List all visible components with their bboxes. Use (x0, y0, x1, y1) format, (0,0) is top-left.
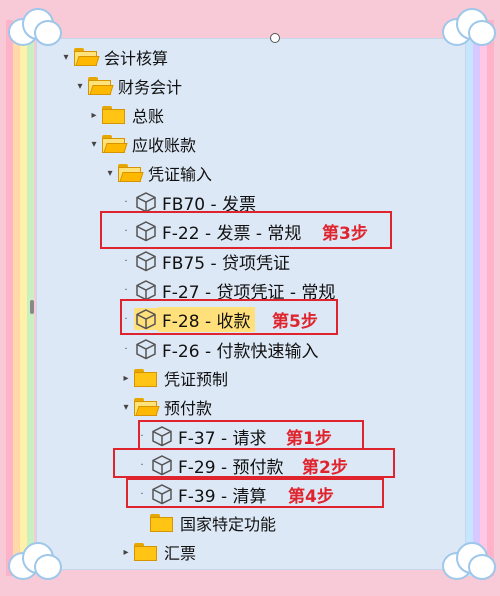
expand-arrow-icon[interactable]: ▸ (86, 110, 102, 121)
step4-box (126, 478, 384, 508)
step2-label: 第2步 (302, 458, 348, 478)
expand-arrow-icon[interactable]: ▾ (102, 168, 118, 179)
cloud-decoration-bottom-right (438, 540, 496, 582)
cloud-decoration-top-right (438, 6, 496, 48)
side-handle[interactable] (30, 300, 34, 314)
tree-node-general-ledger[interactable]: ▸ 总账 (86, 102, 164, 128)
folder-icon (134, 369, 158, 387)
step4-label: 第4步 (288, 487, 334, 507)
expand-arrow-icon[interactable]: ▾ (118, 402, 134, 413)
tree-node-label: 财务会计 (118, 78, 183, 97)
expand-arrow-icon[interactable]: ▾ (72, 81, 88, 92)
tree-node-f26[interactable]: · F-26 - 付款快速输入 (118, 336, 319, 362)
step3-label: 第3步 (322, 224, 368, 244)
folder-open-icon (118, 164, 144, 182)
step2-box (113, 448, 395, 478)
transaction-cube-icon (136, 280, 156, 301)
folder-icon (102, 106, 126, 124)
tree-node-bill-of-exchange[interactable]: ▸ 汇票 (118, 539, 196, 565)
folder-open-icon (102, 135, 128, 153)
tree-node-financial-accounting[interactable]: ▾ 财务会计 (72, 73, 182, 99)
resize-handle[interactable] (270, 33, 280, 43)
tree-node-document-entry[interactable]: ▾ 凭证输入 (102, 160, 212, 186)
transaction-cube-icon (136, 192, 156, 213)
step5-label: 第5步 (272, 312, 318, 332)
expand-arrow-icon[interactable]: ▾ (86, 139, 102, 150)
leaf-dot: · (124, 255, 128, 267)
folder-icon (150, 514, 174, 532)
tree-node-label: 凭证输入 (148, 165, 213, 184)
leaf-dot: · (124, 284, 128, 296)
expand-arrow-icon[interactable]: ▸ (118, 373, 134, 384)
transaction-cube-icon (136, 251, 156, 272)
tree-node-fb75[interactable]: · FB75 - 贷项凭证 (118, 248, 290, 274)
tree-node-label: 凭证预制 (164, 370, 229, 389)
tree-node-label: 应收账款 (132, 136, 197, 155)
step1-label: 第1步 (286, 429, 332, 449)
tree-node-accounts-receivable[interactable]: ▾ 应收账款 (86, 131, 196, 157)
cloud-decoration-bottom-left (4, 540, 62, 582)
tree-node-accounting[interactable]: ▾ 会计核算 (58, 44, 168, 70)
leaf-dot: · (124, 196, 128, 208)
tree-node-label: 国家特定功能 (180, 515, 277, 534)
tree-node-country-specific[interactable]: 国家特定功能 (134, 510, 276, 536)
folder-open-icon (88, 77, 114, 95)
tree-node-label: F-26 - 付款快速输入 (162, 341, 319, 362)
tree-node-label: 总账 (132, 107, 165, 126)
tree-node-down-payment[interactable]: ▾ 预付款 (118, 394, 212, 420)
tree-node-park-document[interactable]: ▸ 凭证预制 (118, 365, 228, 391)
tree-node-label: FB75 - 贷项凭证 (162, 253, 291, 274)
transaction-cube-icon (136, 339, 156, 360)
cloud-decoration-top-left (4, 6, 62, 48)
tree-node-label: 会计核算 (104, 49, 169, 68)
expand-arrow-icon[interactable]: ▸ (118, 547, 134, 558)
folder-open-icon (74, 48, 100, 66)
tree-node-label: 预付款 (164, 399, 213, 418)
leaf-dot: · (124, 343, 128, 355)
folder-icon (134, 543, 158, 561)
folder-open-icon (134, 398, 160, 416)
tree-node-label: 汇票 (164, 544, 197, 563)
expand-arrow-icon[interactable]: ▾ (58, 52, 74, 63)
